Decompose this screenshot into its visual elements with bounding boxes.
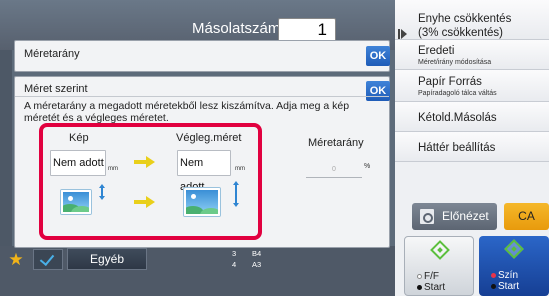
image-unit: mm	[108, 166, 118, 172]
right-arrow-icon	[134, 156, 155, 168]
play-arrow-icon	[398, 29, 407, 39]
bw-start-text: F/F Start	[417, 271, 445, 293]
start-diamond-icon	[504, 239, 524, 259]
ratio-label: Méretarány	[308, 137, 364, 149]
original-image-icon	[61, 190, 91, 214]
right-item-slight-reduce[interactable]: Enyhe csökkentés (3% csökkentés)	[395, 0, 549, 40]
vertical-size-icon	[233, 181, 239, 207]
color-start-button[interactable]: Szín Start	[479, 236, 549, 296]
final-image-icon	[184, 188, 220, 216]
ratio-field: 0	[306, 166, 362, 178]
bw-start-line1: F/F	[424, 271, 439, 282]
preview-icon	[420, 209, 434, 224]
right-item-label: Kétold.Másolás	[418, 112, 497, 124]
tray-row: 4 A3	[232, 259, 272, 270]
final-column-label: Végleg.méret	[176, 132, 242, 144]
check-icon[interactable]	[33, 249, 63, 270]
right-item-label: Háttér beállítás	[418, 142, 496, 154]
bw-start-line2: Start	[424, 282, 446, 293]
right-item-duplex[interactable]: Kétold.Másolás	[395, 102, 549, 132]
ratio-dialog: Méretarány OK	[14, 40, 390, 72]
right-item-sub: Papíradagoló tálca váltás	[418, 90, 497, 97]
final-size-input[interactable]: Nem adott	[177, 150, 231, 193]
right-item-label: Enyhe csökkentés	[418, 13, 512, 25]
description-text: A méretarány a megadott méretekből lesz …	[24, 100, 350, 124]
vertical-size-icon	[99, 184, 105, 200]
ratio-unit: %	[364, 163, 371, 170]
size-dialog-title: Méret szerint	[24, 83, 88, 95]
tray-row: 3 B4	[232, 248, 272, 259]
color-start-text: Szín Start	[491, 270, 519, 292]
right-item-paper-source[interactable]: Papír Forrás Papíradagoló tálca váltás	[395, 70, 549, 102]
ok-button[interactable]: OK	[366, 81, 390, 101]
right-item-original[interactable]: Eredeti Méret/irány módosítása	[395, 40, 549, 70]
right-item-sub: Méret/irány módosítása	[418, 59, 492, 66]
divider	[15, 96, 389, 97]
right-item-label-2: (3% csökkentés)	[418, 27, 504, 39]
right-arrow-icon	[134, 196, 155, 208]
color-start-line1: Szín	[498, 270, 519, 281]
color-start-line2: Start	[498, 281, 520, 292]
tray-size: A3	[252, 260, 262, 269]
tray-size: B4	[252, 249, 262, 258]
ratio-dialog-title: Méretarány	[24, 48, 80, 60]
preview-label: Előnézet	[442, 209, 489, 223]
start-diamond-icon	[430, 240, 450, 260]
copies-input[interactable]: 1	[278, 18, 336, 42]
clear-all-button[interactable]: CA	[504, 203, 549, 230]
image-size-input[interactable]: Nem adott	[50, 150, 106, 176]
final-unit: mm	[235, 166, 245, 172]
star-icon[interactable]: ★	[6, 250, 26, 270]
paper-tray-list: 3 B4 4 A3	[232, 248, 272, 270]
other-button[interactable]: Egyéb	[67, 248, 147, 270]
preview-button[interactable]: Előnézet	[412, 203, 497, 230]
right-item-label: Eredeti	[418, 45, 455, 57]
ok-button[interactable]: OK	[366, 46, 390, 66]
right-item-background[interactable]: Háttér beállítás	[395, 132, 549, 162]
right-item-label: Papír Forrás	[418, 76, 482, 88]
tray-num: 3	[232, 249, 237, 258]
copies-label: Másolatszám	[192, 20, 281, 37]
bw-start-button[interactable]: F/F Start	[404, 236, 474, 296]
tray-num: 4	[232, 260, 237, 269]
image-column-label: Kép	[69, 132, 89, 144]
left-strip	[0, 50, 12, 246]
